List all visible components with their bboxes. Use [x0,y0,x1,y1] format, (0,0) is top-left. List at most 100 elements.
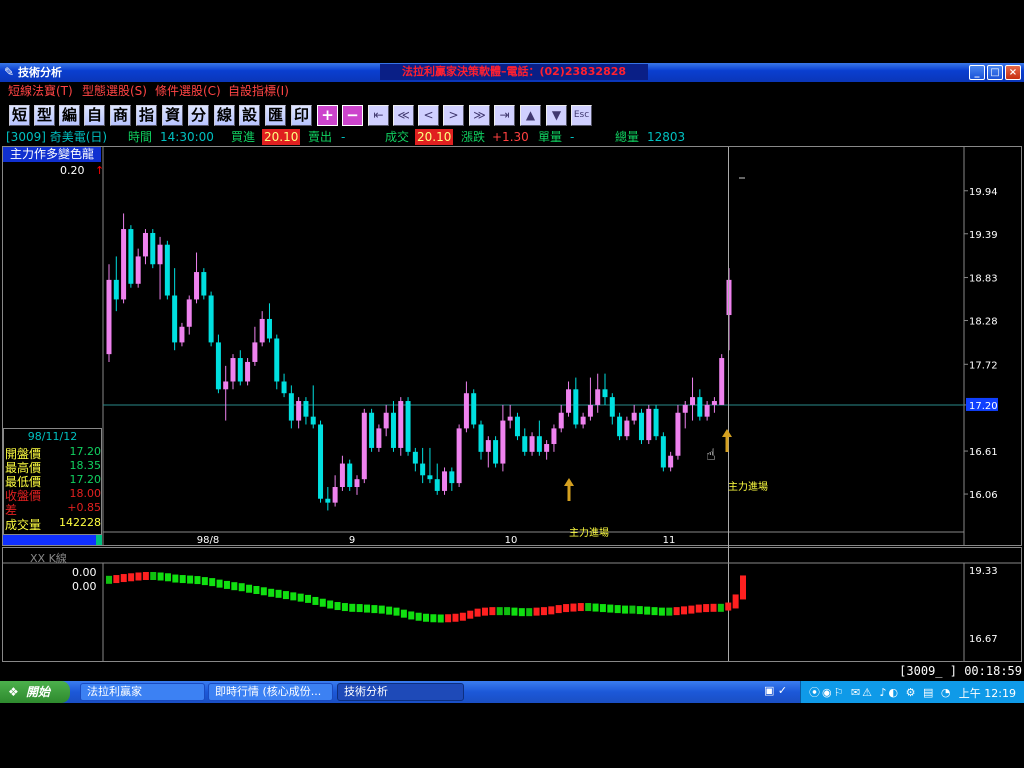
candle-body [412,451,418,464]
ohlc-value: +0.85 [67,501,101,514]
tray-icons[interactable]: ⦿◉⚐ ✉⚠ ♪◐ ⚙ ▤ ◔ [809,684,953,700]
candle-body [164,244,170,296]
subchart-bar [349,603,356,612]
taskbar-item-ferrari[interactable]: 法拉利贏家 [80,683,205,701]
start-button[interactable]: ❖ 開始 [0,681,70,703]
subchart-bar [577,603,584,612]
subchart-bar [666,607,673,616]
candle-body [609,397,615,417]
ohlc-value: 142228 [59,516,101,529]
y-tick-label: 17.72 [969,360,998,371]
candle-body [682,404,688,413]
candle-body [354,479,360,488]
candle-body [624,420,630,437]
subchart-bar [740,575,746,600]
subchart-bar [371,605,378,614]
desktop: ✎ 技術分析 法拉利贏家決策軟體–電話：(02)23832828 _ □ × 短… [0,0,1024,768]
candle-body [646,408,652,441]
subchart-bar [305,594,312,603]
taskbar-item-technical[interactable]: 技術分析 [337,683,464,701]
candle-body [507,416,513,421]
candle-body [179,326,185,343]
y-tick-label: 17.20 [969,401,998,412]
subchart-bar [570,603,577,612]
candle-body [573,389,579,425]
candle-body [259,318,265,343]
subchart-bar [710,603,717,612]
candle-body [544,444,550,452]
chart-canvas[interactable]: 19.94 19.39 18.83 18.28 17.72 17.20 16.61 16.06… [0,0,1024,768]
ohlc-panel: 98/11/12 開盤價 17.20 最高價 18.35 最低價 17.20 收… [3,428,102,535]
subchart-bar [238,583,245,592]
candle-body [106,279,112,355]
subchart-bar [607,604,614,613]
subchart-bar [644,606,651,615]
candle-body [318,424,324,499]
candle-body [369,412,375,448]
candle-body [660,436,666,468]
subchart-bar [481,607,488,616]
candle-body [347,463,353,488]
candle-body [602,389,608,398]
candle-body [266,318,272,339]
candle-body [514,416,520,437]
candle-body [142,232,148,257]
subchart-bar [400,609,407,618]
candle-body [186,299,192,327]
candle-body [245,361,251,382]
candle-body [427,475,433,480]
subchart-bar [312,596,319,605]
subchart-bar [260,587,267,596]
subchart-bar [474,608,481,617]
x-tick-label: 10 [505,535,518,546]
candle-body [194,272,200,300]
candle-body [223,381,229,390]
candle-body [719,358,725,405]
candle-body [332,487,338,503]
subchart-bar [629,605,636,614]
ohlc-value: 17.20 [69,473,102,486]
language-bar-icon[interactable]: ▣ ✓ [764,684,787,697]
taskbar-item-realtime[interactable]: 即時行情 (核心成份... [208,683,333,701]
annotation-label: 主力進場 [569,526,609,539]
candle-body [405,401,411,452]
ohlc-value: 18.35 [69,459,102,472]
candle-body [172,295,178,343]
subchart-value-1: 0.00 [72,566,97,579]
ohlc-value: 18.00 [69,487,102,500]
subchart-title: XX K線 [30,552,67,565]
subchart-bar [216,579,223,588]
subchart-y-tick-label: 19.33 [969,566,998,577]
subchart-bar [423,613,429,622]
subchart-bar [106,575,112,584]
candle-body [339,463,345,488]
candle-body [135,256,141,284]
subchart-bar [172,574,179,583]
scroll-position-bar[interactable] [3,535,102,545]
subchart-bar [585,603,592,612]
subchart-bar [290,592,297,601]
ohlc-label: 成交量 [5,518,42,532]
subchart-bar [246,584,253,593]
candle-body [463,393,469,429]
candle-body [252,342,258,362]
candle-body [711,401,717,405]
y-tick-label: 19.39 [969,230,998,241]
candle-body [121,229,127,300]
ohlc-value: 17.20 [69,445,102,458]
subchart-bar [297,593,304,602]
candle-body [522,436,528,452]
subchart-bar [651,607,658,616]
candle-body [566,389,572,413]
y-tick-label: 16.06 [969,490,998,501]
candle-body [587,404,593,417]
candle-body [113,279,119,300]
subchart-bar [201,577,208,586]
subchart-bar [599,604,606,613]
scroll-position-thumb[interactable] [96,535,102,545]
candle-body [478,424,484,452]
candle-body [580,416,586,425]
subchart-bar [393,607,400,616]
subchart-bar [113,575,120,584]
candle-body [697,397,703,417]
